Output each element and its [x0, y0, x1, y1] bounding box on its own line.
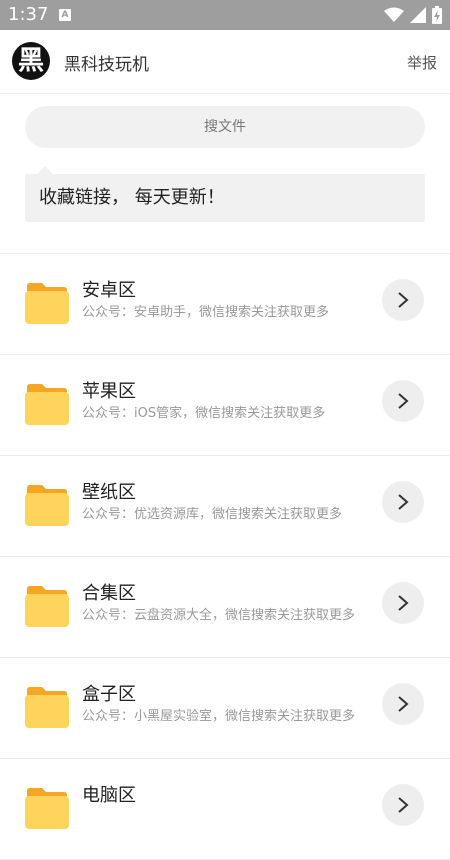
- list-item[interactable]: 苹果区 公众号：iOS管家，微信搜索关注获取更多: [0, 355, 450, 456]
- folder-icon: [25, 283, 69, 324]
- notice-banner: 收藏链接， 每天更新！: [25, 166, 425, 222]
- item-title: 盒子区: [82, 684, 136, 705]
- list-item[interactable]: 壁纸区 公众号：优选资源库，微信搜索关注获取更多: [0, 456, 450, 557]
- search-button[interactable]: 搜文件: [25, 106, 425, 148]
- item-description: 公众号：优选资源库，微信搜索关注获取更多: [82, 507, 343, 522]
- folder-icon: [25, 788, 69, 829]
- list-item[interactable]: 安卓区 公众号：安卓助手，微信搜索关注获取更多: [0, 254, 450, 355]
- chevron-right-icon[interactable]: [382, 784, 424, 826]
- wifi-icon: [384, 7, 404, 22]
- item-title: 合集区: [82, 583, 136, 604]
- status-icons: [384, 5, 442, 25]
- notification-a-icon: A: [59, 9, 71, 21]
- item-description: 公众号：安卓助手，微信搜索关注获取更多: [82, 305, 330, 320]
- status-bar: 1:37 A: [0, 0, 450, 30]
- chevron-right-icon[interactable]: [382, 683, 424, 725]
- report-button[interactable]: 举报: [407, 52, 437, 73]
- category-list: 安卓区 公众号：安卓助手，微信搜索关注获取更多 苹果区 公众号：iOS管家，微信…: [0, 254, 450, 860]
- folder-icon: [25, 586, 69, 627]
- chevron-right-icon[interactable]: [382, 481, 424, 523]
- app-title: 黑科技玩机: [64, 55, 149, 75]
- list-item[interactable]: 电脑区: [0, 759, 450, 860]
- list-item[interactable]: 合集区 公众号：云盘资源大全，微信搜索关注获取更多: [0, 557, 450, 658]
- item-description: 公众号：小黑屋实验室，微信搜索关注获取更多: [82, 709, 356, 724]
- item-title: 苹果区: [82, 381, 136, 402]
- chevron-right-icon[interactable]: [382, 582, 424, 624]
- status-time: 1:37: [8, 4, 49, 25]
- list-item[interactable]: 盒子区 公众号：小黑屋实验室，微信搜索关注获取更多: [0, 658, 450, 759]
- app-header: 黑 黑科技玩机 举报: [0, 30, 450, 94]
- item-description: 公众号：云盘资源大全，微信搜索关注获取更多: [82, 608, 356, 623]
- chevron-right-icon[interactable]: [382, 380, 424, 422]
- item-title: 壁纸区: [82, 482, 136, 503]
- folder-icon: [25, 384, 69, 425]
- item-description: 公众号：iOS管家，微信搜索关注获取更多: [82, 406, 326, 421]
- chevron-right-icon[interactable]: [382, 279, 424, 321]
- folder-icon: [25, 485, 69, 526]
- signal-icon: [410, 7, 426, 23]
- item-title: 电脑区: [82, 785, 136, 806]
- folder-icon: [25, 687, 69, 728]
- avatar[interactable]: 黑: [12, 42, 50, 80]
- battery-charging-icon: [432, 6, 442, 24]
- item-title: 安卓区: [82, 280, 136, 301]
